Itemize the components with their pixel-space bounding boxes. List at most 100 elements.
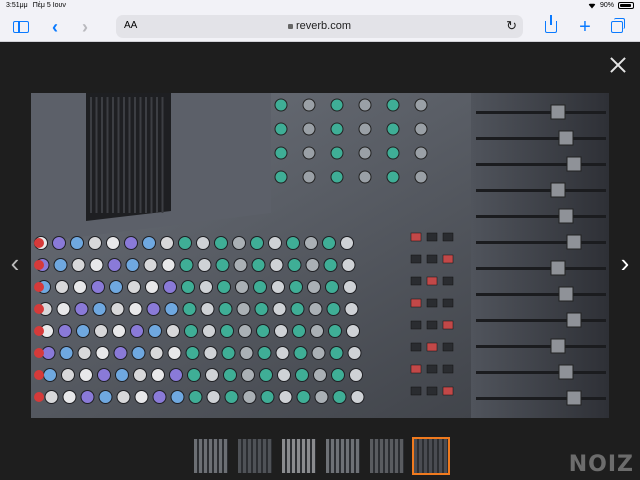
- channel-button: [426, 232, 438, 242]
- sidebar-toggle-button[interactable]: [10, 17, 32, 37]
- upper-knob: [414, 146, 428, 160]
- channel-knob: [91, 280, 105, 294]
- channel-knob: [109, 280, 123, 294]
- channel-knob: [106, 236, 120, 250]
- upper-knob: [302, 122, 316, 136]
- channel-knob: [241, 368, 255, 382]
- channel-knob: [143, 258, 158, 272]
- upper-knob: [358, 98, 372, 112]
- channel-knob: [92, 302, 107, 316]
- channel-knob: [242, 390, 257, 404]
- channel-knob: [133, 368, 147, 382]
- back-button[interactable]: ‹: [44, 17, 66, 37]
- upper-knob: [386, 170, 400, 184]
- forward-button[interactable]: ›: [74, 17, 96, 37]
- photo-thumbnail[interactable]: [412, 437, 450, 475]
- channel-knob: [344, 302, 359, 316]
- channel-button: [442, 276, 454, 286]
- channel-knob: [328, 324, 342, 338]
- tab-overview-button[interactable]: [606, 17, 628, 37]
- battery-level-fill: [620, 4, 631, 7]
- upper-knob: [386, 98, 400, 112]
- fader-cap: [558, 130, 574, 146]
- channel-knob: [148, 324, 162, 338]
- reload-icon[interactable]: ↻: [506, 18, 517, 34]
- photo-thumbnail[interactable]: [236, 437, 274, 475]
- new-tab-button[interactable]: +: [574, 16, 596, 38]
- channel-knob: [197, 258, 212, 272]
- channel-knob: [233, 258, 248, 272]
- channel-knob: [308, 302, 323, 316]
- channel-knob: [188, 390, 203, 404]
- channel-knob: [98, 390, 113, 404]
- channel-knob: [238, 324, 252, 338]
- channel-knob: [97, 368, 111, 382]
- photo-thumbnail[interactable]: [324, 437, 362, 475]
- thumbnail-image: [414, 439, 448, 473]
- channel-knob: [343, 280, 357, 294]
- next-photo-button[interactable]: ›: [616, 248, 634, 278]
- photo-thumbnail[interactable]: [280, 437, 318, 475]
- channel-button: [426, 320, 438, 330]
- channel-knob: [161, 258, 176, 272]
- channel-button: [442, 386, 454, 396]
- channel-knob: [146, 302, 161, 316]
- channel-button: [410, 386, 422, 396]
- close-icon[interactable]: [608, 55, 628, 75]
- address-bar[interactable]: AA reverb.com ↻: [116, 15, 523, 38]
- sidebar-icon: [13, 21, 29, 33]
- lock-icon: [287, 24, 293, 29]
- channel-knob: [304, 236, 318, 250]
- photo-thumbnail[interactable]: [192, 437, 230, 475]
- channel-knob: [199, 280, 213, 294]
- channel-knob: [329, 346, 344, 360]
- channel-knob: [76, 324, 90, 338]
- channel-knob: [307, 280, 321, 294]
- channel-knob: [331, 368, 345, 382]
- red-knob: [34, 260, 44, 270]
- upper-knob: [274, 170, 288, 184]
- upper-knob: [386, 146, 400, 160]
- channel-knob: [77, 346, 92, 360]
- channel-knob: [269, 258, 284, 272]
- browser-toolbar: ‹ › AA reverb.com ↻ +: [0, 12, 640, 42]
- channel-button: [426, 364, 438, 374]
- channel-knob: [88, 236, 102, 250]
- fader-track: [476, 319, 606, 322]
- chevron-left-icon: ‹: [52, 17, 58, 37]
- channel-knob: [58, 324, 72, 338]
- red-knob: [34, 326, 44, 336]
- upper-knob: [302, 98, 316, 112]
- previous-photo-button[interactable]: ‹: [6, 248, 24, 278]
- channel-knob: [115, 368, 129, 382]
- channel-knob: [89, 258, 104, 272]
- channel-knob: [224, 390, 239, 404]
- upper-knob: [330, 98, 344, 112]
- red-knob: [34, 238, 44, 248]
- channel-knob: [178, 236, 192, 250]
- upper-knob: [274, 122, 288, 136]
- channel-knob: [167, 346, 182, 360]
- fader-cap: [550, 104, 566, 120]
- fader-section: [471, 93, 609, 418]
- fader-track: [476, 293, 606, 296]
- red-knob: [34, 370, 44, 380]
- channel-knob: [145, 280, 159, 294]
- channel-button: [410, 232, 422, 242]
- channel-knob: [292, 324, 306, 338]
- wifi-icon: [587, 3, 596, 9]
- channel-knob: [160, 236, 174, 250]
- channel-button: [442, 364, 454, 374]
- battery-percent: 90%: [599, 2, 614, 9]
- channel-knob: [223, 368, 237, 382]
- fader-track: [476, 215, 606, 218]
- photo-thumbnail[interactable]: [368, 437, 406, 475]
- fader-cap: [566, 390, 582, 406]
- noiz-logo: NOIZ: [568, 452, 634, 477]
- channel-knob: [206, 390, 221, 404]
- channel-knob: [232, 236, 246, 250]
- share-button[interactable]: [540, 15, 562, 37]
- channel-button: [410, 364, 422, 374]
- upper-knob: [414, 122, 428, 136]
- channel-knob: [185, 346, 200, 360]
